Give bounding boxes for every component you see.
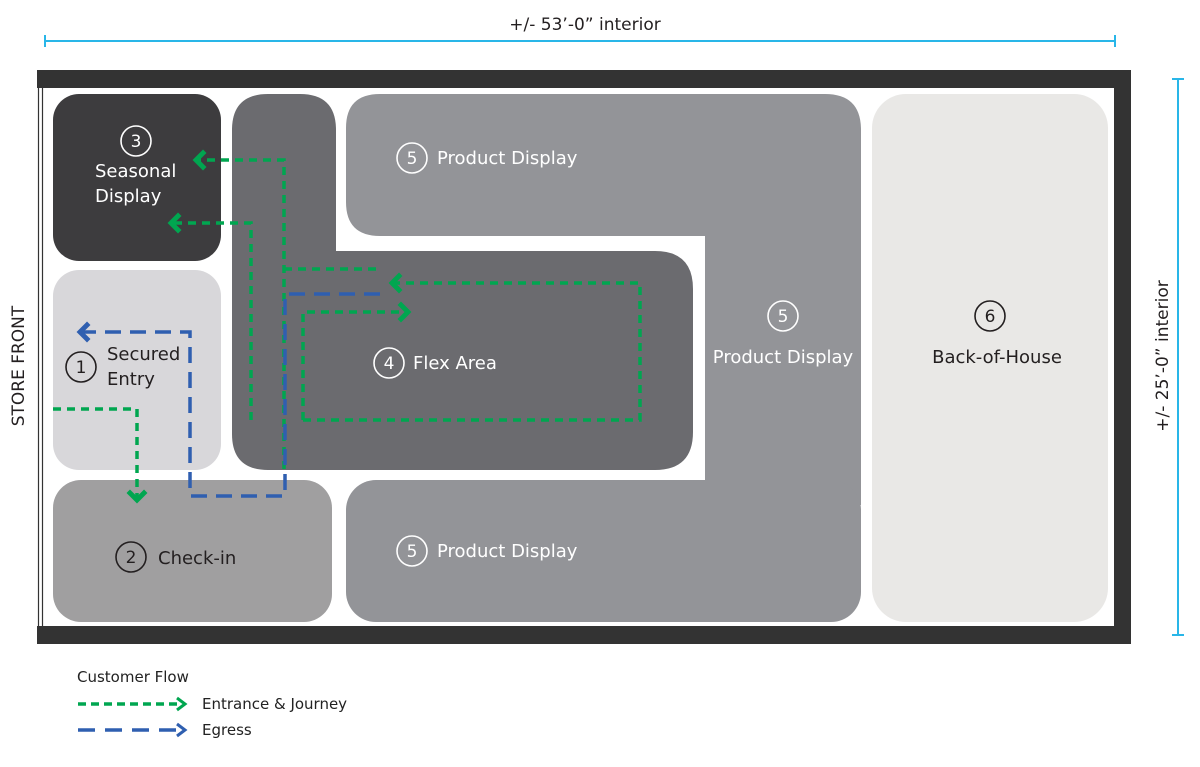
legend-blue-dash-arrow-icon [78, 722, 188, 738]
wall-bottom [37, 626, 1131, 644]
wall-top [37, 70, 1131, 88]
legend-green-dash-arrow-icon [78, 696, 188, 712]
width-dimension-label: +/- 53’-0” interior [509, 15, 660, 35]
legend-label: Egress [202, 721, 252, 739]
svg-text:Back-of-House: Back-of-House [932, 347, 1062, 368]
svg-text:Display: Display [95, 186, 162, 207]
svg-text:1: 1 [76, 358, 87, 378]
svg-text:4: 4 [384, 354, 395, 374]
height-dimension: +/- 25’-0” interior [1153, 78, 1184, 636]
floor-plan: +/- 53’-0” interior +/- 25’-0” interior … [9, 15, 1184, 644]
svg-text:Secured: Secured [107, 344, 180, 365]
height-dimension-label: +/- 25’-0” interior [1153, 280, 1173, 431]
store-front-label: STORE FRONT [9, 305, 29, 426]
svg-text:Check-in: Check-in [158, 548, 236, 569]
legend-label: Entrance & Journey [202, 695, 348, 713]
wall-right [1114, 70, 1131, 644]
svg-text:5: 5 [407, 149, 418, 169]
svg-text:3: 3 [131, 132, 142, 152]
svg-text:Product Display: Product Display [437, 541, 578, 562]
svg-text:Flex Area: Flex Area [413, 353, 497, 374]
zone-product-display-bottom[interactable] [346, 480, 861, 622]
svg-text:5: 5 [778, 307, 789, 327]
width-dimension: +/- 53’-0” interior [44, 15, 1116, 47]
svg-text:6: 6 [985, 307, 996, 327]
legend-title: Customer Flow [77, 668, 189, 686]
svg-text:Seasonal: Seasonal [95, 161, 176, 182]
svg-text:Entry: Entry [107, 369, 155, 390]
svg-text:Product Display: Product Display [437, 148, 578, 169]
svg-text:2: 2 [126, 548, 137, 568]
svg-text:5: 5 [407, 542, 418, 562]
svg-text:Product Display: Product Display [713, 347, 854, 368]
